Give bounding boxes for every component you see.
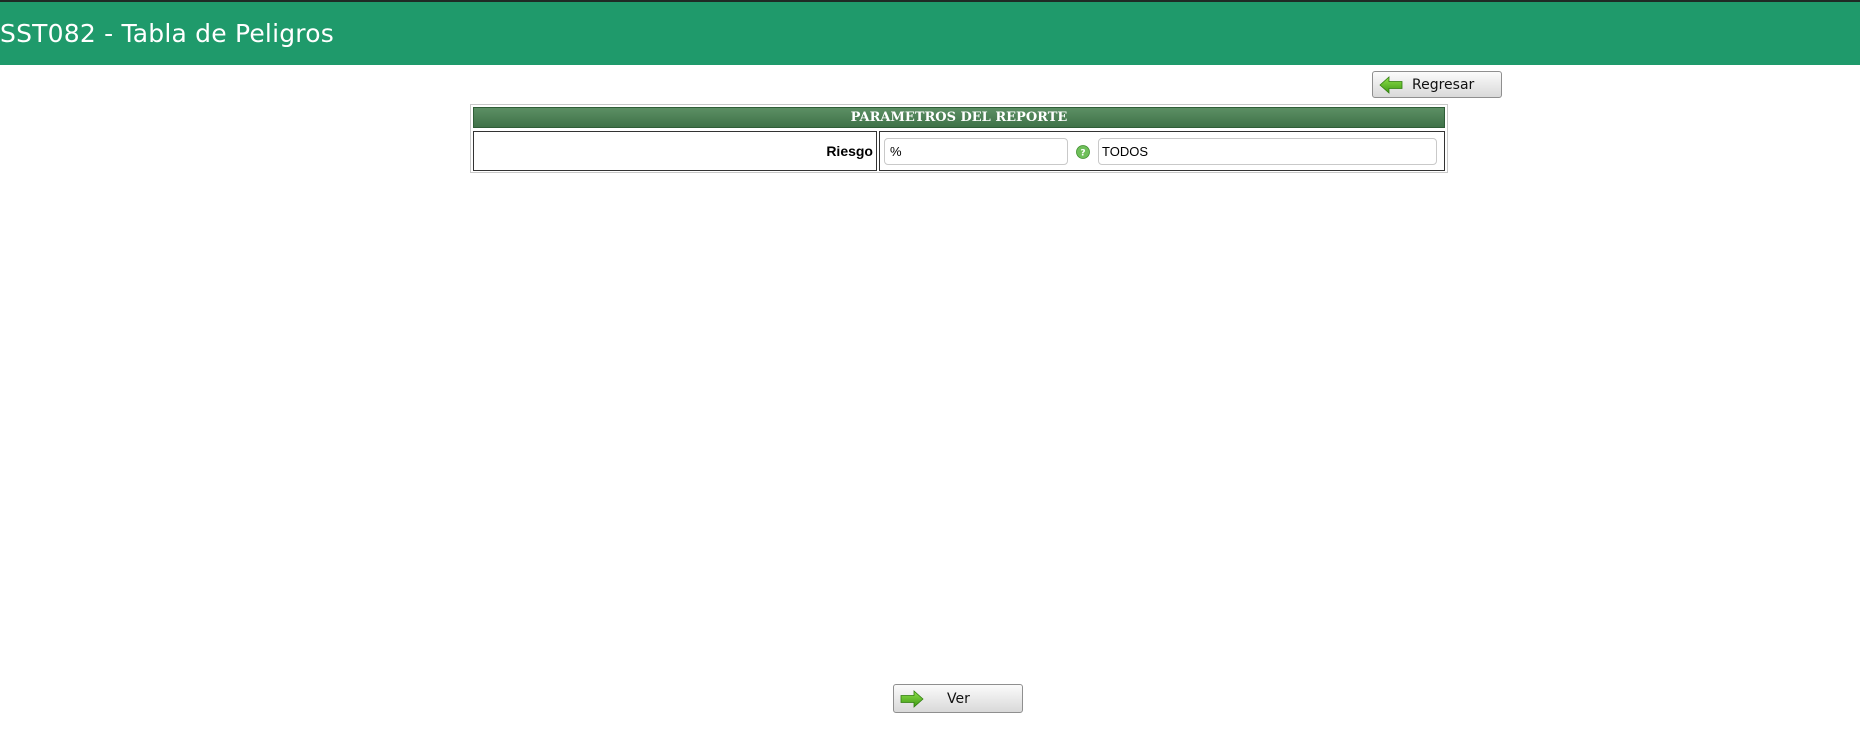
arrow-right-icon — [899, 689, 925, 709]
view-button[interactable]: Ver — [893, 684, 1023, 713]
help-icon[interactable]: ? — [1076, 144, 1090, 159]
svg-text:?: ? — [1080, 149, 1085, 159]
back-button[interactable]: Regresar — [1372, 71, 1502, 98]
riesgo-label: Riesgo — [826, 143, 873, 159]
arrow-left-icon — [1378, 75, 1404, 95]
page-header: SST082 - Tabla de Peligros — [0, 2, 1860, 65]
riesgo-input-cell: ? — [879, 131, 1445, 171]
riesgo-description-input[interactable] — [1098, 138, 1437, 165]
view-button-label: Ver — [947, 690, 970, 707]
report-parameters-title: PARAMETROS DEL REPORTE — [473, 107, 1445, 128]
riesgo-code-input[interactable] — [884, 138, 1068, 165]
page: SST082 - Tabla de Peligros Regresar PARA… — [0, 0, 1875, 745]
report-parameters-panel: PARAMETROS DEL REPORTE Riesgo ? — [470, 104, 1448, 173]
riesgo-label-cell: Riesgo — [473, 131, 877, 171]
back-button-label: Regresar — [1412, 76, 1475, 93]
page-title: SST082 - Tabla de Peligros — [0, 19, 334, 48]
